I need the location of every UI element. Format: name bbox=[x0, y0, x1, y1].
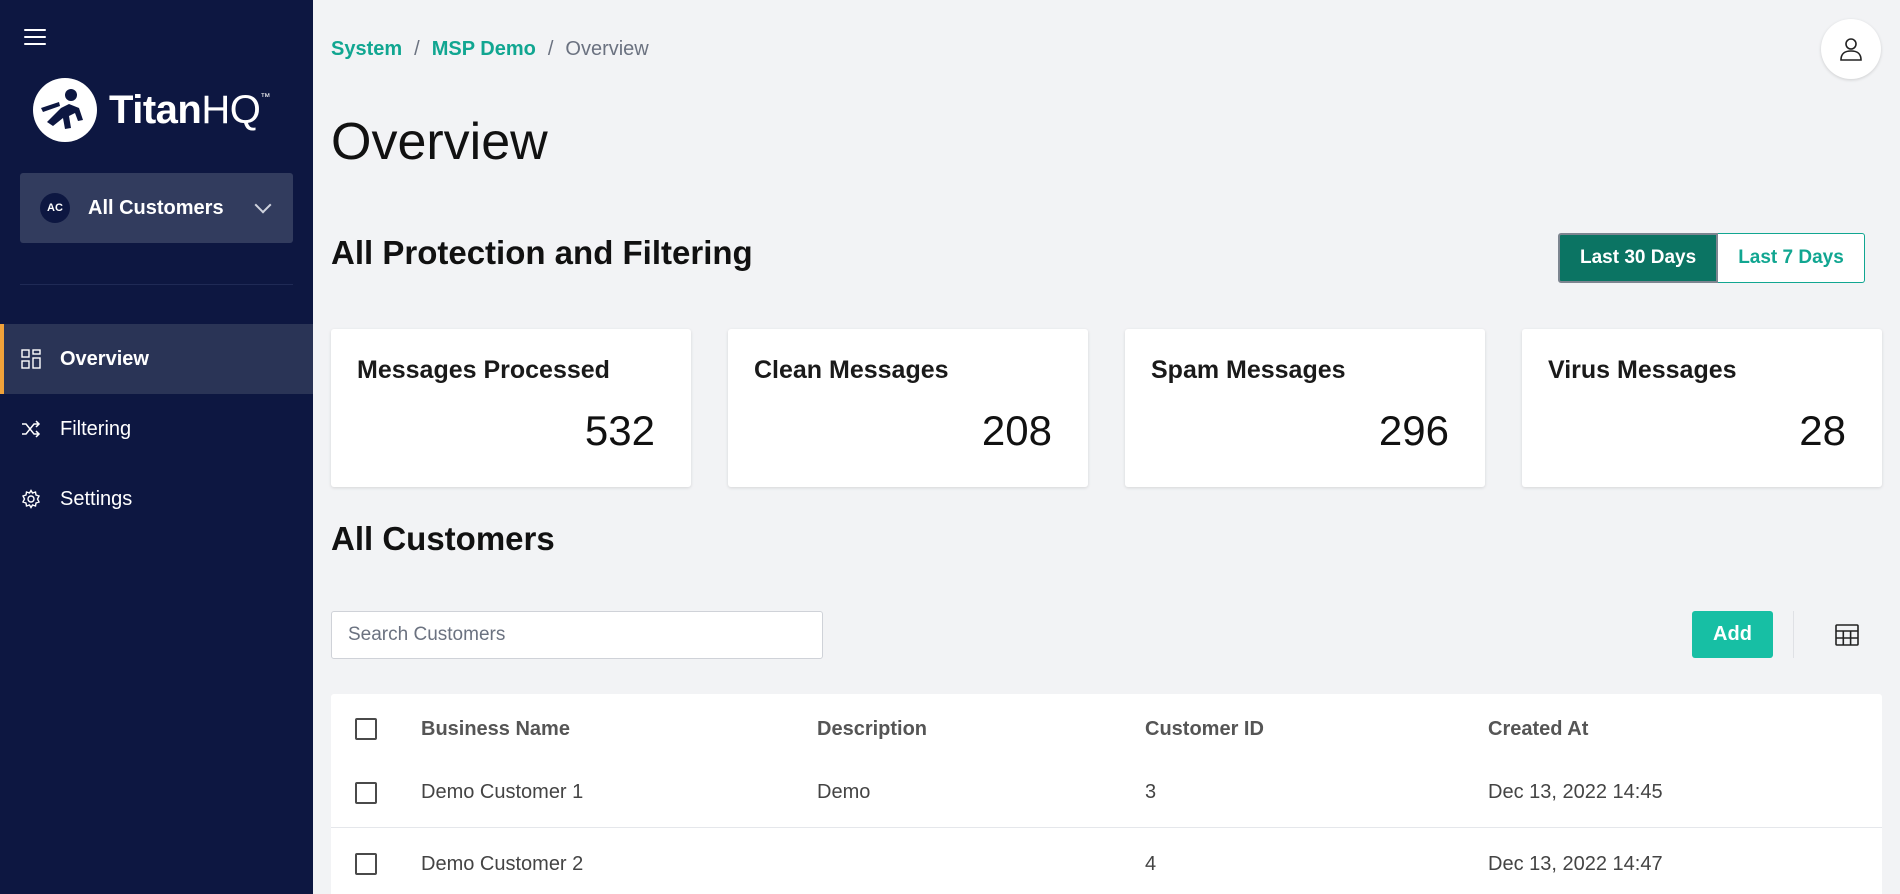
column-header-customer-id[interactable]: Customer ID bbox=[1145, 718, 1264, 741]
cell-created-at: Dec 13, 2022 14:47 bbox=[1488, 852, 1663, 875]
protection-section-title: All Protection and Filtering bbox=[331, 234, 753, 271]
last-7-days-button[interactable]: Last 7 Days bbox=[1718, 233, 1865, 283]
chevron-down-icon bbox=[254, 196, 272, 214]
logo-mark-icon bbox=[33, 78, 97, 142]
breadcrumb-separator: / bbox=[414, 38, 420, 60]
sidebar-item-label: Filtering bbox=[60, 417, 132, 440]
breadcrumb-link-system[interactable]: System bbox=[331, 38, 402, 60]
page-title: Overview bbox=[331, 113, 548, 171]
select-all-checkbox[interactable] bbox=[355, 718, 377, 740]
customers-section-title: All Customers bbox=[331, 520, 555, 557]
stat-card-value: 296 bbox=[1378, 407, 1449, 454]
stat-card-title: Virus Messages bbox=[1548, 356, 1737, 384]
stat-card-value: 28 bbox=[1799, 407, 1846, 454]
date-range-toggle: Last 30 Days Last 7 Days bbox=[1558, 233, 1865, 283]
cell-description: Demo bbox=[817, 781, 871, 803]
stat-card-clean-messages: Clean Messages 208 bbox=[728, 329, 1088, 487]
column-header-business-name[interactable]: Business Name bbox=[421, 718, 570, 741]
table-row[interactable]: Demo Customer 2 4 Dec 13, 2022 14:47 bbox=[331, 829, 1882, 894]
sidebar: TitanHQ™ AC All Customers Overview Filte… bbox=[0, 0, 313, 894]
sidebar-item-overview[interactable]: Overview bbox=[0, 324, 313, 394]
customers-table: Business Name Description Customer ID Cr… bbox=[331, 694, 1882, 894]
customer-selector-label: All Customers bbox=[88, 196, 224, 219]
table-header-row: Business Name Description Customer ID Cr… bbox=[331, 694, 1882, 764]
toolbar-divider bbox=[1793, 611, 1794, 658]
sidebar-item-label: Overview bbox=[60, 347, 149, 370]
cell-created-at: Dec 13, 2022 14:45 bbox=[1488, 781, 1663, 803]
logo-wordmark: TitanHQ™ bbox=[109, 87, 270, 132]
stat-card-messages-processed: Messages Processed 532 bbox=[331, 329, 691, 487]
user-menu-button[interactable] bbox=[1821, 19, 1881, 79]
dashboard-icon bbox=[20, 348, 42, 370]
search-customers-input[interactable] bbox=[331, 611, 823, 659]
sidebar-divider bbox=[20, 284, 293, 285]
customer-selector[interactable]: AC All Customers bbox=[20, 173, 293, 243]
cell-customer-id: 3 bbox=[1145, 781, 1157, 803]
stat-card-spam-messages: Spam Messages 296 bbox=[1125, 329, 1485, 487]
cell-customer-id: 4 bbox=[1145, 852, 1157, 875]
breadcrumb-current: Overview bbox=[565, 38, 649, 60]
cell-business-name: Demo Customer 2 bbox=[421, 852, 584, 875]
titanhq-logo[interactable]: TitanHQ™ bbox=[33, 78, 270, 142]
customer-avatar: AC bbox=[40, 193, 70, 223]
sidebar-nav: Overview Filtering Settings bbox=[0, 324, 313, 534]
table-row[interactable]: Demo Customer 1 Demo 3 Dec 13, 2022 14:4… bbox=[331, 758, 1882, 828]
sidebar-item-filtering[interactable]: Filtering bbox=[0, 394, 313, 464]
breadcrumb-separator: / bbox=[547, 38, 554, 60]
stat-card-value: 208 bbox=[981, 407, 1052, 454]
stat-card-virus-messages: Virus Messages 28 bbox=[1522, 329, 1882, 487]
stat-card-title: Clean Messages bbox=[754, 356, 949, 384]
sidebar-item-label: Settings bbox=[60, 487, 133, 510]
cell-business-name: Demo Customer 1 bbox=[421, 781, 584, 803]
column-header-created-at[interactable]: Created At bbox=[1488, 718, 1588, 741]
stat-card-value: 532 bbox=[584, 407, 655, 454]
shuffle-icon bbox=[20, 418, 42, 440]
row-checkbox[interactable] bbox=[355, 853, 377, 875]
column-header-description[interactable]: Description bbox=[817, 718, 927, 741]
row-checkbox[interactable] bbox=[355, 781, 377, 804]
stat-card-title: Messages Processed bbox=[357, 356, 610, 384]
breadcrumb: System / MSP Demo / Overview bbox=[331, 38, 649, 61]
menu-icon[interactable] bbox=[24, 29, 46, 46]
table-view-icon[interactable] bbox=[1834, 622, 1860, 648]
last-30-days-button[interactable]: Last 30 Days bbox=[1558, 233, 1719, 283]
user-icon bbox=[1840, 38, 1862, 61]
sidebar-item-settings[interactable]: Settings bbox=[0, 464, 313, 534]
stat-card-title: Spam Messages bbox=[1151, 356, 1346, 384]
gear-icon bbox=[20, 488, 42, 510]
breadcrumb-link-msp-demo[interactable]: MSP Demo bbox=[432, 38, 536, 60]
add-customer-button[interactable]: Add bbox=[1692, 611, 1773, 658]
